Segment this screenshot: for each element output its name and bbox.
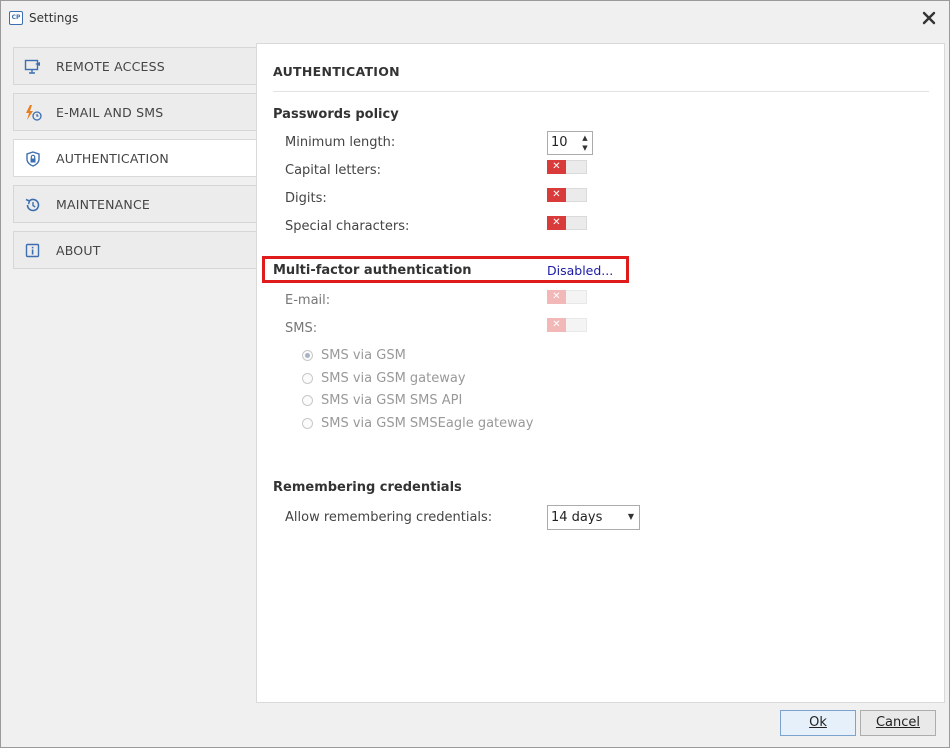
monitor-remote-icon xyxy=(24,59,40,74)
divider xyxy=(273,91,929,92)
radio-button[interactable] xyxy=(302,350,313,361)
remembering-credentials-heading: Remembering credentials xyxy=(273,480,462,495)
sidebar-item-label: E-MAIL AND SMS xyxy=(56,105,164,120)
title-bar: CP Settings xyxy=(1,1,949,37)
stepper-up-icon[interactable]: ▲ xyxy=(580,133,590,143)
close-icon xyxy=(922,11,936,25)
min-length-label: Minimum length: xyxy=(285,135,396,150)
allow-remembering-label: Allow remembering credentials: xyxy=(285,510,493,525)
mfa-sms-label: SMS: xyxy=(285,321,318,336)
mfa-heading: Multi-factor authentication xyxy=(273,263,472,278)
page-title: AUTHENTICATION xyxy=(273,64,400,79)
settings-window: CP Settings REMOTE ACCESS E-MAIL AND SMS xyxy=(0,0,950,748)
sidebar-item-maintenance[interactable]: MAINTENANCE xyxy=(13,185,256,223)
capital-letters-toggle[interactable]: ✕ xyxy=(547,160,587,174)
window-title: Settings xyxy=(29,11,79,25)
stepper-down-icon[interactable]: ▼ xyxy=(580,143,590,153)
special-characters-label: Special characters: xyxy=(285,219,410,234)
mfa-email-label: E-mail: xyxy=(285,293,331,308)
sidebar-item-label: MAINTENANCE xyxy=(56,197,150,212)
settings-panel: AUTHENTICATION Passwords policy Minimum … xyxy=(256,43,945,703)
sidebar-item-email-and-sms[interactable]: E-MAIL AND SMS xyxy=(13,93,256,131)
sidebar-nav: REMOTE ACCESS E-MAIL AND SMS AUTHENTICAT… xyxy=(13,47,256,277)
digits-toggle[interactable]: ✕ xyxy=(547,188,587,202)
remembering-duration-select[interactable]: 14 days ▼ xyxy=(547,505,640,530)
min-length-stepper[interactable]: 10 ▲ ▼ xyxy=(547,131,593,155)
ok-button[interactable]: Ok xyxy=(780,710,856,736)
toggle-off-icon: ✕ xyxy=(547,216,566,230)
sidebar-item-remote-access[interactable]: REMOTE ACCESS xyxy=(13,47,256,85)
mfa-status-link[interactable]: Disabled... xyxy=(547,263,613,278)
radio-label: SMS via GSM gateway xyxy=(321,371,466,386)
select-value: 14 days xyxy=(551,510,603,525)
chevron-down-icon: ▼ xyxy=(627,512,634,521)
radio-button[interactable] xyxy=(302,395,313,406)
min-length-value: 10 xyxy=(551,135,568,150)
sidebar-item-label: ABOUT xyxy=(56,243,101,258)
close-button[interactable] xyxy=(919,7,939,29)
digits-label: Digits: xyxy=(285,191,327,206)
radio-label: SMS via GSM SMS API xyxy=(321,393,463,408)
cancel-button[interactable]: Cancel xyxy=(860,710,936,736)
capital-letters-label: Capital letters: xyxy=(285,163,382,178)
radio-button[interactable] xyxy=(302,418,313,429)
sidebar-item-label: AUTHENTICATION xyxy=(56,151,169,166)
sidebar-item-about[interactable]: ABOUT xyxy=(13,231,256,269)
radio-button[interactable] xyxy=(302,373,313,384)
bolt-clock-icon xyxy=(26,105,42,121)
history-icon xyxy=(25,198,40,212)
mfa-highlight-box: Multi-factor authentication Disabled... xyxy=(262,256,629,283)
mfa-email-toggle[interactable]: ✕ xyxy=(547,290,587,304)
special-characters-toggle[interactable]: ✕ xyxy=(547,216,587,230)
toggle-off-icon: ✕ xyxy=(547,188,566,202)
sidebar-item-authentication[interactable]: AUTHENTICATION xyxy=(13,139,256,177)
shield-lock-icon xyxy=(26,151,40,167)
toggle-off-icon: ✕ xyxy=(547,318,566,332)
radio-label: SMS via GSM SMSEagle gateway xyxy=(321,416,534,431)
info-icon xyxy=(25,243,40,258)
sidebar-item-label: REMOTE ACCESS xyxy=(56,59,165,74)
toggle-off-icon: ✕ xyxy=(547,160,566,174)
mfa-sms-toggle[interactable]: ✕ xyxy=(547,318,587,332)
passwords-policy-heading: Passwords policy xyxy=(273,107,399,122)
toggle-off-icon: ✕ xyxy=(547,290,566,304)
radio-label: SMS via GSM xyxy=(321,348,406,363)
app-logo-icon: CP xyxy=(9,11,23,25)
